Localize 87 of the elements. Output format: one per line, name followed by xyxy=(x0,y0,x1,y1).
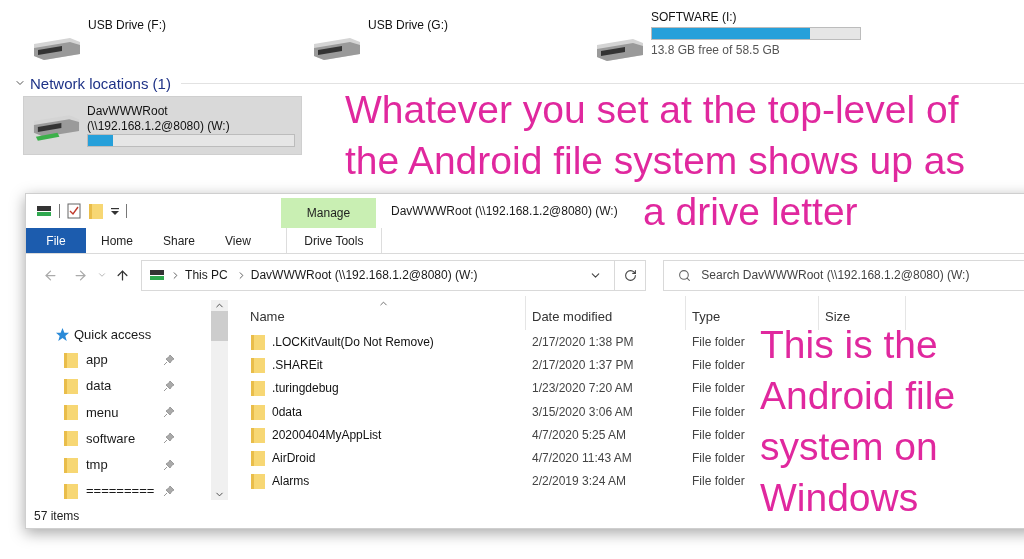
date-cell: 2/2/2019 3:24 AM xyxy=(532,474,627,489)
refresh-icon xyxy=(623,268,637,282)
column-header[interactable]: Date modified xyxy=(526,296,686,330)
file-name[interactable]: AirDroid xyxy=(272,451,316,466)
properties-icon[interactable] xyxy=(67,203,81,219)
forward-icon[interactable] xyxy=(73,267,89,283)
type-cell: File folder xyxy=(692,427,745,442)
type-cell: File folder xyxy=(692,404,745,419)
folder-icon xyxy=(63,481,79,500)
nav-item[interactable]: software xyxy=(86,430,156,446)
drive-path: (\\192.168.1.2@8080) (W:) xyxy=(87,119,231,133)
nav-item[interactable]: Quick access xyxy=(74,327,152,343)
network-drive-tile[interactable]: DavWWWRoot (\\192.168.1.2@8080) (W:) xyxy=(23,96,302,155)
drive-name: SOFTWARE (I:) xyxy=(651,10,738,24)
search-icon xyxy=(678,268,692,282)
annotation-text: system on xyxy=(760,424,938,470)
date-cell: 2/17/2020 1:37 PM xyxy=(532,357,634,372)
drive-name: USB Drive (G:) xyxy=(368,18,448,32)
file-name[interactable]: Alarms xyxy=(272,474,310,489)
star-icon xyxy=(55,327,70,343)
type-cell: File folder xyxy=(692,381,745,396)
nav-item[interactable]: app xyxy=(86,352,156,368)
search-field[interactable]: Search DavWWWRoot (\\192.168.1.2@8080) (W:) xyxy=(663,259,1024,291)
item-count: 57 items xyxy=(34,509,80,523)
date-cell: 2/17/2020 1:38 PM xyxy=(532,334,634,349)
nav-item[interactable]: tmp xyxy=(86,457,156,473)
folder-icon xyxy=(250,449,266,468)
ribbon-tab[interactable]: Drive Tools xyxy=(285,228,382,253)
folder-icon xyxy=(63,376,79,395)
folder-icon xyxy=(63,350,79,369)
folder-icon xyxy=(250,425,266,444)
folder-icon xyxy=(250,332,266,351)
pin-icon[interactable] xyxy=(163,379,175,392)
file-name[interactable]: .SHAREit xyxy=(272,357,323,372)
annotation-text: Windows xyxy=(760,475,919,521)
breadcrumb[interactable]: This PC xyxy=(181,268,232,282)
nav-item[interactable]: data xyxy=(86,378,156,394)
folder-icon xyxy=(250,402,266,421)
annotation-text: Android file xyxy=(760,373,956,419)
window-title: DavWWWRoot (\\192.168.1.2@8080) (W:) xyxy=(391,204,618,218)
breadcrumb[interactable]: DavWWWRoot (\\192.168.1.2@8080) (W:) xyxy=(246,268,482,282)
date-cell: 1/23/2020 7:20 AM xyxy=(532,381,633,396)
folder-icon xyxy=(250,355,266,374)
type-cell: File folder xyxy=(692,451,745,466)
type-cell: File folder xyxy=(692,334,745,349)
folder-icon xyxy=(250,379,266,398)
type-cell: File folder xyxy=(692,357,745,372)
pin-icon[interactable] xyxy=(163,406,175,419)
column-header[interactable]: Name xyxy=(244,296,526,330)
drive-name: USB Drive (F:) xyxy=(88,18,166,32)
file-name[interactable]: .turingdebug xyxy=(272,381,339,396)
folder-icon xyxy=(63,403,79,422)
new-folder-icon xyxy=(88,202,104,220)
address-bar[interactable]: This PC DavWWWRoot (\\192.168.1.2@8080) (W:) xyxy=(141,259,647,291)
file-name[interactable]: .LOCKitVault(Do Not Remove) xyxy=(272,334,434,349)
pin-icon[interactable] xyxy=(163,458,175,471)
scrollbar[interactable] xyxy=(211,300,228,500)
ribbon-tab[interactable]: File xyxy=(26,228,86,253)
dropdown-icon[interactable] xyxy=(111,207,119,215)
section-title: Network locations (1) xyxy=(30,74,171,92)
nav-item[interactable]: menu xyxy=(86,404,156,420)
context-group-label: Manage xyxy=(281,198,376,228)
date-cell: 4/7/2020 5:25 AM xyxy=(532,427,627,442)
back-icon[interactable] xyxy=(43,267,59,283)
drive-icon[interactable] xyxy=(36,204,52,218)
up-icon[interactable] xyxy=(114,267,130,283)
nav-item[interactable]: ========= xyxy=(86,483,156,499)
type-cell: File folder xyxy=(692,474,745,489)
column-header[interactable]: Type xyxy=(686,296,819,330)
drive-name: DavWWWRoot xyxy=(87,104,169,118)
file-name[interactable]: 20200404MyAppList xyxy=(272,427,382,442)
folder-icon xyxy=(250,472,266,491)
file-name[interactable]: 0data xyxy=(272,404,303,419)
pin-icon[interactable] xyxy=(163,353,175,366)
folder-icon xyxy=(63,455,79,474)
free-space: 13.8 GB free of 58.5 GB xyxy=(651,43,781,57)
folder-icon xyxy=(63,429,79,448)
drive-icon xyxy=(148,268,167,282)
date-cell: 3/15/2020 3:06 AM xyxy=(532,404,633,419)
date-cell: 4/7/2020 11:43 AM xyxy=(532,451,632,466)
annotation-text: a drive letter xyxy=(643,189,858,235)
scroll-thumb[interactable] xyxy=(211,311,228,341)
annotation-text: Whatever you set at the top-level of xyxy=(345,87,959,133)
column-header[interactable]: Size xyxy=(819,296,906,330)
pin-icon[interactable] xyxy=(163,432,175,445)
annotation-text: the Android file system shows up as xyxy=(345,138,965,184)
pin-icon[interactable] xyxy=(163,484,175,497)
